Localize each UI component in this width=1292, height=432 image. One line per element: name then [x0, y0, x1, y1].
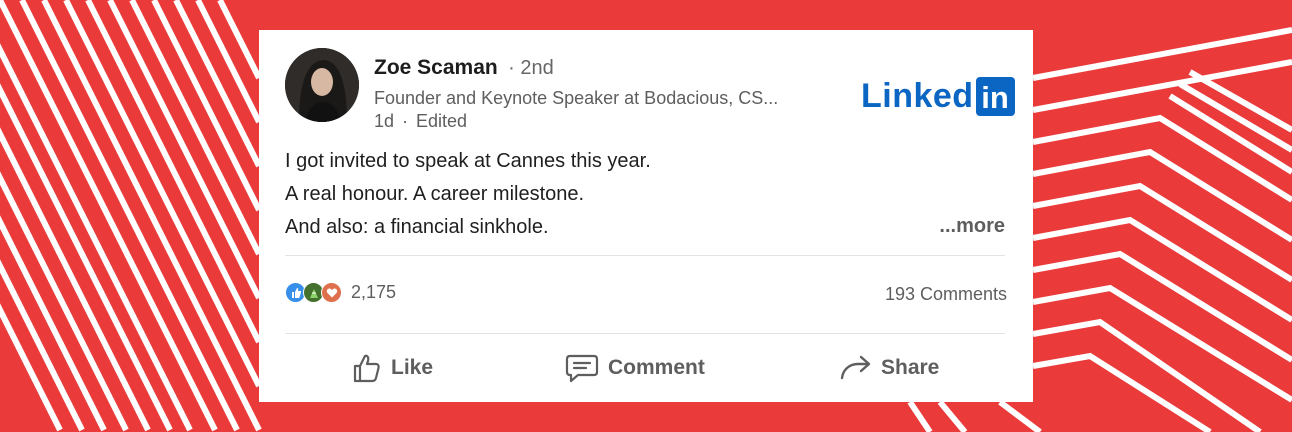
linkedin-logo-box: in — [975, 76, 1015, 116]
edited-label: Edited — [416, 111, 468, 131]
post-body-line-3: And also: a financial sinkhole. — [285, 216, 549, 238]
comments-count[interactable]: 193 Comments — [885, 284, 1007, 305]
comment-icon — [565, 354, 599, 383]
like-icon — [353, 354, 380, 383]
post-body-line-1: I got invited to speak at Cannes this ye… — [285, 150, 651, 172]
love-reaction-icon — [321, 282, 342, 303]
linkedin-logo-word: Linked — [861, 77, 974, 115]
post-meta: 1d · Edited — [374, 111, 467, 132]
reactions-summary[interactable]: 2,175 — [285, 282, 396, 303]
author-name[interactable]: Zoe Scaman — [374, 56, 498, 79]
linkedin-post-card: Zoe Scaman · 2nd Founder and Keynote Spe… — [259, 30, 1033, 402]
share-icon — [840, 355, 871, 380]
comment-label: Comment — [608, 356, 705, 379]
connection-degree: · 2nd — [508, 57, 554, 79]
divider — [285, 255, 1005, 256]
post-time: 1d — [374, 111, 395, 131]
like-label: Like — [391, 356, 434, 379]
reaction-count: 2,175 — [351, 282, 397, 302]
author-avatar[interactable] — [285, 48, 359, 122]
author-headline: Founder and Keynote Speaker at Bodacious… — [374, 88, 779, 108]
share-label: Share — [881, 356, 940, 379]
linkedin-logo: Linked in — [861, 76, 1015, 116]
comment-button[interactable]: Comment — [564, 352, 705, 384]
see-more-link[interactable]: ...more — [939, 215, 1005, 238]
share-button[interactable]: Share — [839, 352, 939, 384]
meta-separator: · — [402, 111, 409, 131]
post-body-line-2: A real honour. A career milestone. — [285, 183, 585, 205]
like-button[interactable]: Like — [351, 352, 433, 384]
divider — [285, 333, 1005, 334]
